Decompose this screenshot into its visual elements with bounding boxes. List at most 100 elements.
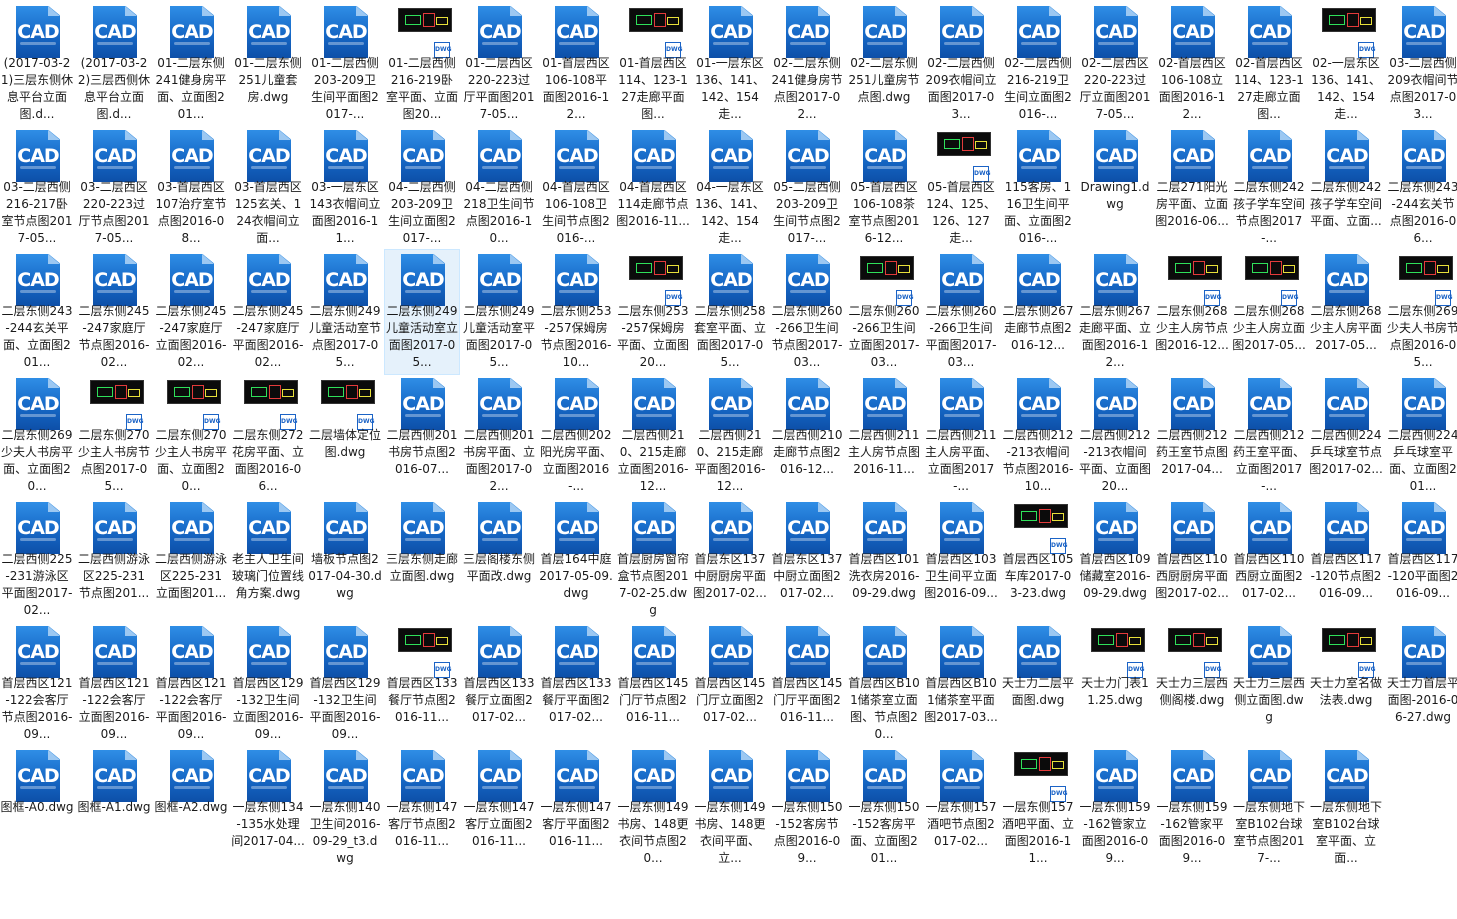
file-item[interactable]: CAD 首层西区133餐厅立面图2017-02... bbox=[462, 622, 536, 746]
file-item[interactable]: CAD 03-二层西区220-223过厅节点图2017-05... bbox=[77, 126, 151, 250]
file-item[interactable]: CAD 首层西区B101储茶室平面图2017-03... bbox=[924, 622, 998, 746]
file-item[interactable]: CAD 二层东侧249儿童活动室立面图2017-05... bbox=[384, 249, 460, 375]
file-item[interactable]: CAD 二层东侧267走廊平面、立面图2016-12... bbox=[1078, 250, 1152, 374]
file-item[interactable]: CAD 老主人卫生间玻璃门位置线角方案.dwg bbox=[231, 498, 305, 622]
file-item[interactable]: CAD 二层西侧224乒乓球室平面、立面图201... bbox=[1386, 374, 1457, 498]
file-item[interactable]: CAD 一层东侧150-152客房节点图2016-09... bbox=[770, 746, 844, 870]
file-item[interactable]: CAD 二层西侧210、215走廊平面图2016-12... bbox=[693, 374, 767, 498]
file-item[interactable]: DWG 二层东侧269少夫人书房节点图2016-05... bbox=[1386, 250, 1457, 374]
file-item[interactable]: CAD 01-二层东侧251儿童套房.dwg bbox=[231, 2, 305, 126]
file-item[interactable]: DWG 05-首层西区124、125、126、127走... bbox=[924, 126, 998, 250]
file-item[interactable]: CAD 04-一层东区136、141、142、154走... bbox=[693, 126, 767, 250]
file-item[interactable]: CAD 一层东侧159-162管家平面图2016-09... bbox=[1155, 746, 1229, 870]
file-item[interactable]: CAD 二层东侧243-244玄关平面、立面图201... bbox=[0, 250, 74, 374]
file-item[interactable]: CAD 二层东侧245-247家庭厅节点图2016-02... bbox=[77, 250, 151, 374]
file-item[interactable]: CAD 一层东侧147客厅节点图2016-11... bbox=[385, 746, 459, 870]
file-item[interactable]: CAD (2017-03-22)三层西侧休息平台立面图.d... bbox=[77, 2, 151, 126]
file-item[interactable]: CAD 二层西侧210走廊节点图2016-12... bbox=[770, 374, 844, 498]
file-item[interactable]: DWG 01-首层西区114、123-127走廊平面图... bbox=[616, 2, 690, 126]
file-item[interactable]: CAD Drawing1.dwg bbox=[1078, 126, 1152, 250]
file-item[interactable]: DWG 二层东侧270少主人书房节点图2017-05... bbox=[77, 374, 151, 498]
file-item[interactable]: CAD 二层西侧202阳光房平面、立面图2016-... bbox=[539, 374, 613, 498]
file-item[interactable]: CAD 首层西区B101储茶室立面图、节点图20... bbox=[847, 622, 921, 746]
file-item[interactable]: CAD 二层东侧260-266卫生间平面图2017-03... bbox=[924, 250, 998, 374]
file-item[interactable]: CAD 05-首层西区106-108茶室节点图2016-12... bbox=[847, 126, 921, 250]
file-item[interactable]: CAD 墙板节点图2017-04-30.dwg bbox=[308, 498, 382, 622]
file-item[interactable]: CAD 三层阁楼东侧平面改.dwg bbox=[462, 498, 536, 622]
file-item[interactable]: CAD 首层西区101洗衣房2016-09-29.dwg bbox=[847, 498, 921, 622]
file-item[interactable]: CAD 二层东侧242孩子学车空间节点图2017-... bbox=[1232, 126, 1306, 250]
file-item[interactable]: DWG 二层墙体定位图.dwg bbox=[308, 374, 382, 498]
file-item[interactable]: DWG 首层西区105车库2017-03-23.dwg bbox=[1001, 498, 1075, 622]
file-item[interactable]: CAD 首层西区145门厅立面图2017-02... bbox=[693, 622, 767, 746]
file-item[interactable]: CAD 01-二层东侧241健身房平面、立面图201... bbox=[154, 2, 228, 126]
file-item[interactable]: CAD 二层东侧245-247家庭厅平面图2016-02... bbox=[231, 250, 305, 374]
file-item[interactable]: CAD 二层西侧游泳区225-231立面图201... bbox=[154, 498, 228, 622]
file-item[interactable]: CAD 04-二层西侧203-209卫生间立面图2017-... bbox=[385, 126, 459, 250]
file-item[interactable]: CAD 03-一层东区143衣帽间立面图2016-11... bbox=[308, 126, 382, 250]
file-item[interactable]: CAD 02-首层西区106-108立面图2016-12... bbox=[1155, 2, 1229, 126]
file-item[interactable]: CAD (2017-03-21)三层东侧休息平台立面图.d... bbox=[0, 2, 74, 126]
file-item[interactable]: CAD 02-二层东侧251儿童房节点图.dwg bbox=[847, 2, 921, 126]
file-item[interactable]: CAD 一层东侧147客厅平面图2016-11... bbox=[539, 746, 613, 870]
file-item[interactable]: CAD 二层东侧269少夫人书房平面、立面图20... bbox=[0, 374, 74, 498]
file-item[interactable]: CAD 02-二层西侧216-219卫生间立面图2016-... bbox=[1001, 2, 1075, 126]
file-item[interactable]: CAD 图框-A1.dwg bbox=[77, 746, 151, 870]
file-item[interactable]: DWG 二层东侧260-266卫生间立面图2017-03... bbox=[847, 250, 921, 374]
file-item[interactable]: CAD 图框-A2.dwg bbox=[154, 746, 228, 870]
file-item[interactable]: CAD 一层东侧地下室B102台球室节点图2017-... bbox=[1232, 746, 1306, 870]
file-item[interactable]: CAD 二层东侧253-257保姆房节点图2016-10... bbox=[539, 250, 613, 374]
file-item[interactable]: CAD 01-二层西侧203-209卫生间平面图2017-... bbox=[308, 2, 382, 126]
file-item[interactable]: CAD 二层西侧210、215走廊立面图2016-12... bbox=[616, 374, 690, 498]
file-item[interactable]: CAD 二层东侧258套室平面、立面图2017-05... bbox=[693, 250, 767, 374]
file-item[interactable]: CAD 04-首层西区106-108卫生间节点图2016-... bbox=[539, 126, 613, 250]
file-item[interactable]: CAD 一层东侧147客厅立面图2016-11... bbox=[462, 746, 536, 870]
file-item[interactable]: DWG 二层东侧270少主人书房平面、立面图20... bbox=[154, 374, 228, 498]
file-item[interactable]: CAD 二层西侧201书房节点图2016-07... bbox=[385, 374, 459, 498]
file-item[interactable]: CAD 一层东侧149书房、148更衣间节点图20... bbox=[616, 746, 690, 870]
file-item[interactable]: CAD 二层东侧249儿童活动室平面图2017-05... bbox=[462, 250, 536, 374]
file-item[interactable]: CAD 二层西侧212药王室平面、立面图2017-... bbox=[1232, 374, 1306, 498]
file-item[interactable]: CAD 二层西侧212-213衣帽间节点图2016-10... bbox=[1001, 374, 1075, 498]
file-item[interactable]: CAD 天士力首层平面图-2016-06-27.dwg bbox=[1386, 622, 1457, 746]
file-item[interactable]: CAD 图框-A0.dwg bbox=[0, 746, 74, 870]
file-item[interactable]: CAD 首层东区137中厨厨房平面图2017-02... bbox=[693, 498, 767, 622]
file-item[interactable]: CAD 首层西区121-122会客厅节点图2016-09... bbox=[0, 622, 74, 746]
file-item[interactable]: CAD 首层西区103卫生间平立面图2016-09... bbox=[924, 498, 998, 622]
file-item[interactable]: CAD 天士力二层平面图.dwg bbox=[1001, 622, 1075, 746]
file-item[interactable]: CAD 04-首层西区114走廊节点图2016-11... bbox=[616, 126, 690, 250]
file-item[interactable]: CAD 二层东侧267走廊节点图2016-12... bbox=[1001, 250, 1075, 374]
file-item[interactable]: CAD 一层东侧159-162管家立面图2016-09... bbox=[1078, 746, 1152, 870]
file-item[interactable]: CAD 02-二层西侧209衣帽间立面图2017-03... bbox=[924, 2, 998, 126]
file-item[interactable]: CAD 首层西区117-120节点图2016-09... bbox=[1309, 498, 1383, 622]
file-item[interactable]: CAD 首层西区133餐厅平面图2017-02... bbox=[539, 622, 613, 746]
file-item[interactable]: CAD 首层西区121-122会客厅立面图2016-09... bbox=[77, 622, 151, 746]
file-item[interactable]: CAD 首层西区145门厅节点图2016-11... bbox=[616, 622, 690, 746]
file-item[interactable]: CAD 三层东侧走廊立面图.dwg bbox=[385, 498, 459, 622]
file-item[interactable]: CAD 一层东侧149书房、148更衣间平面、立... bbox=[693, 746, 767, 870]
file-item[interactable]: CAD 03-首层西区107治疗室节点图2016-08... bbox=[154, 126, 228, 250]
file-item[interactable]: DWG 01-二层西侧216-219卧室平面、立面图20... bbox=[385, 2, 459, 126]
file-item[interactable]: CAD 01-首层西区106-108平面图2016-12... bbox=[539, 2, 613, 126]
file-item[interactable]: DWG 二层东侧253-257保姆房平面、立面图20... bbox=[616, 250, 690, 374]
file-item[interactable]: CAD 首层西区121-122会客厅平面图2016-09... bbox=[154, 622, 228, 746]
file-item[interactable]: CAD 03-首层西区125玄关、124衣帽间立面... bbox=[231, 126, 305, 250]
file-item[interactable]: CAD 首层西区129-132卫生间立面图2016-09... bbox=[231, 622, 305, 746]
file-item[interactable]: DWG 天士力室名做法表.dwg bbox=[1309, 622, 1383, 746]
file-item[interactable]: CAD 天士力三层西侧立面图.dwg bbox=[1232, 622, 1306, 746]
file-item[interactable]: CAD 二层西侧211主人房节点图2016-11... bbox=[847, 374, 921, 498]
file-item[interactable]: DWG 二层东侧268少主人房节点图2016-12... bbox=[1155, 250, 1229, 374]
file-item[interactable]: DWG 二层东侧268少主人房立面图2017-05... bbox=[1232, 250, 1306, 374]
file-item[interactable]: CAD 02-二层东侧241健身房节点图2017-02... bbox=[770, 2, 844, 126]
file-item[interactable]: CAD 02-二层西区220-223过厅立面图2017-05... bbox=[1078, 2, 1152, 126]
file-item[interactable]: CAD 二层东侧260-266卫生间节点图2017-03... bbox=[770, 250, 844, 374]
file-item[interactable]: CAD 二层东侧242孩子学车空间平面、立面... bbox=[1309, 126, 1383, 250]
file-item[interactable]: CAD 二层西侧224乒乓球室节点图2017-02... bbox=[1309, 374, 1383, 498]
file-item[interactable]: CAD 01-一层东区136、141、142、154走... bbox=[693, 2, 767, 126]
file-item[interactable]: CAD 一层东侧150-152客房平面、立面图201... bbox=[847, 746, 921, 870]
file-item[interactable]: CAD 首层西区145门厅平面图2016-11... bbox=[770, 622, 844, 746]
file-item[interactable]: CAD 首层厨房窗帘盒节点图2017-02-25.dwg bbox=[616, 498, 690, 622]
file-item[interactable]: DWG 02-一层东区136、141、142、154走... bbox=[1309, 2, 1383, 126]
file-item[interactable]: DWG 首层西区133餐厅节点图2016-11... bbox=[385, 622, 459, 746]
file-item[interactable]: CAD 115客房、116卫生间平面、立面图2016-... bbox=[1001, 126, 1075, 250]
